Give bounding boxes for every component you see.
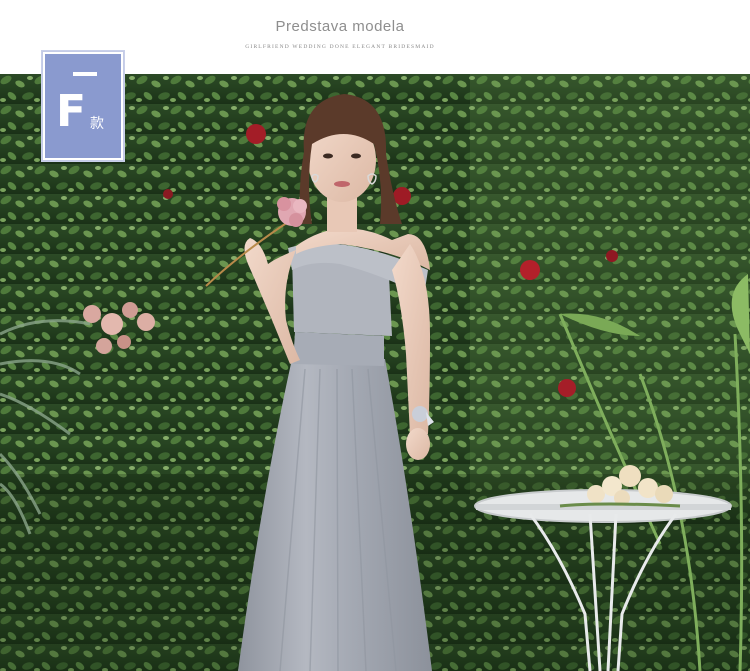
badge-letter: F: [56, 86, 87, 137]
badge-dash: [73, 72, 97, 76]
style-badge: F 款: [42, 51, 124, 161]
dress-waist: [293, 332, 384, 366]
badge-suffix: 款: [90, 116, 104, 132]
model-photo: [0, 74, 750, 671]
product-detail-page: Predstava modela GIRLFRIEND WEDDING DONE…: [0, 0, 750, 671]
page-subtitle: GIRLFRIEND WEDDING DONE ELEGANT BRIDESMA…: [245, 44, 435, 50]
page-title: Predstava modela: [275, 18, 405, 35]
